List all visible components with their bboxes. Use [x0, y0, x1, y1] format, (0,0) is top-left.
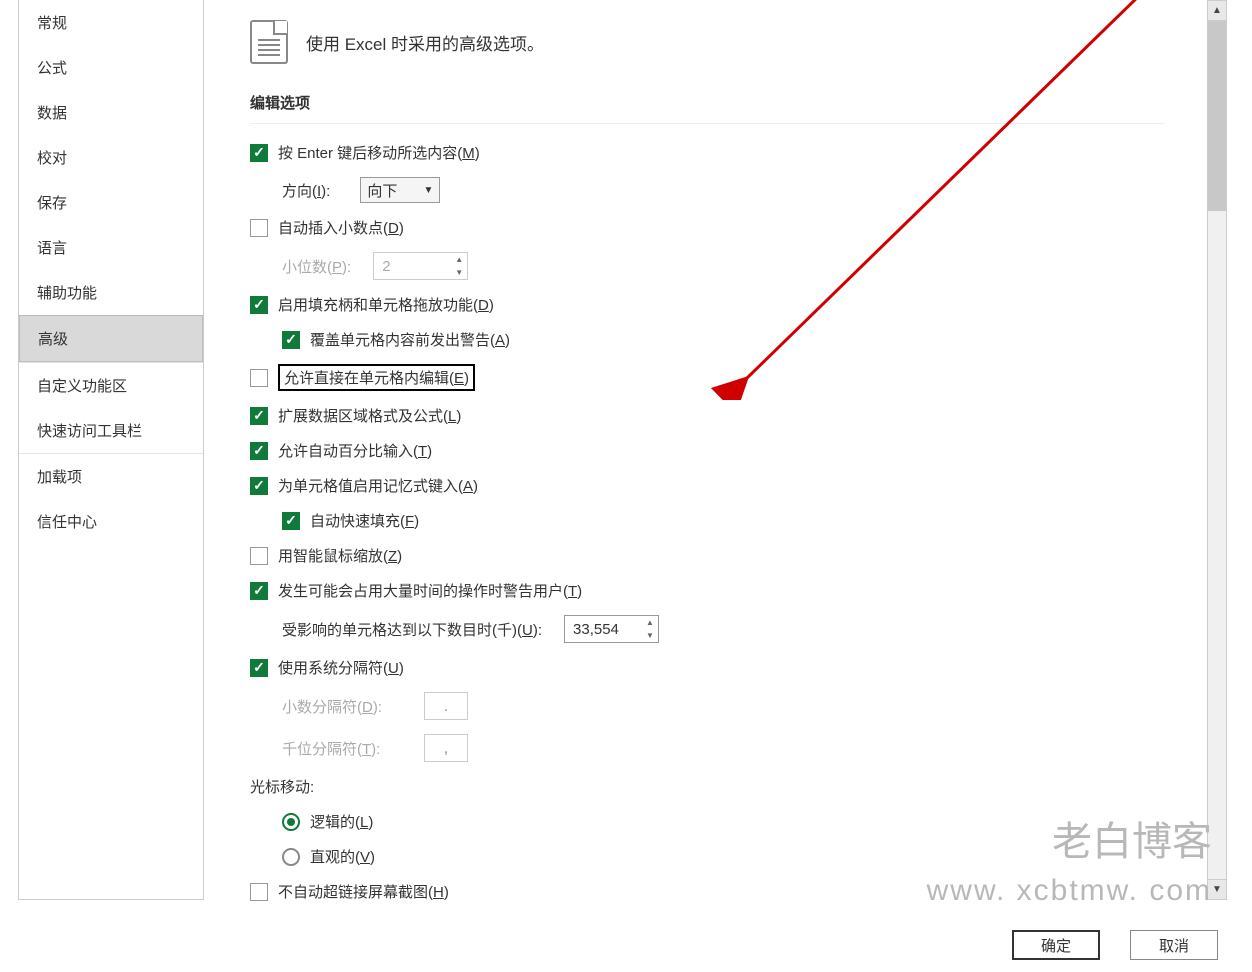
label-edit-in-cell: 允许直接在单元格内编辑(E)	[278, 364, 475, 391]
options-sidebar: 常规 公式 数据 校对 保存 语言 辅助功能 高级 自定义功能区 快速访问工具栏…	[18, 0, 204, 900]
label-intellimouse: 用智能鼠标缩放(Z)	[278, 545, 402, 566]
cancel-button[interactable]: 取消	[1130, 930, 1218, 960]
checkbox-extend-formats[interactable]	[250, 407, 268, 425]
document-icon	[250, 20, 288, 64]
section-editing-options: 编辑选项	[250, 92, 1165, 124]
checkbox-move-after-enter[interactable]	[250, 144, 268, 162]
sidebar-item-data[interactable]: 数据	[19, 90, 203, 135]
checkbox-no-hyperlink-screenshot[interactable]	[250, 883, 268, 901]
sidebar-item-trust-center[interactable]: 信任中心	[19, 499, 203, 544]
label-system-separators: 使用系统分隔符(U)	[278, 657, 404, 678]
thousands-separator-input: ,	[424, 734, 468, 762]
label-autocomplete: 为单元格值启用记忆式键入(A)	[278, 475, 478, 496]
scroll-down-icon[interactable]: ▼	[1208, 879, 1226, 899]
sidebar-item-addins[interactable]: 加载项	[19, 454, 203, 499]
sidebar-item-customize-ribbon[interactable]: 自定义功能区	[19, 363, 203, 408]
checkbox-percent-entry[interactable]	[250, 442, 268, 460]
sidebar-item-proofing[interactable]: 校对	[19, 135, 203, 180]
options-content: 使用 Excel 时采用的高级选项。 编辑选项 按 Enter 键后移动所选内容…	[230, 0, 1185, 900]
checkbox-fill-handle[interactable]	[250, 296, 268, 314]
sidebar-item-accessibility[interactable]: 辅助功能	[19, 270, 203, 315]
chevron-down-icon: ▼	[423, 185, 433, 196]
sidebar-item-save[interactable]: 保存	[19, 180, 203, 225]
label-direction: 方向(I):	[282, 180, 330, 201]
label-extend-formats: 扩展数据区域格式及公式(L)	[278, 405, 461, 426]
label-flashfill: 自动快速填充(F)	[310, 510, 419, 531]
decimal-separator-input: .	[424, 692, 468, 720]
checkbox-intellimouse[interactable]	[250, 547, 268, 565]
label-logical: 逻辑的(L)	[310, 811, 373, 832]
cells-affected-spinner[interactable]: 33,554 ▲▼	[564, 615, 659, 643]
label-fill-handle: 启用填充柄和单元格拖放功能(D)	[278, 294, 494, 315]
label-thousands-separator: 千位分隔符(T):	[282, 738, 402, 759]
label-decimal-separator: 小数分隔符(D):	[282, 696, 402, 717]
label-cells-affected: 受影响的单元格达到以下数目时(千)(U):	[282, 619, 542, 640]
checkbox-system-separators[interactable]	[250, 659, 268, 677]
scroll-up-icon[interactable]: ▲	[1208, 1, 1226, 21]
checkbox-edit-in-cell[interactable]	[250, 369, 268, 387]
label-overwrite-warn: 覆盖单元格内容前发出警告(A)	[310, 329, 510, 350]
sidebar-item-formulas[interactable]: 公式	[19, 45, 203, 90]
label-auto-decimal: 自动插入小数点(D)	[278, 217, 404, 238]
vertical-scrollbar[interactable]: ▲ ▼	[1207, 0, 1227, 900]
label-time-warn: 发生可能会占用大量时间的操作时警告用户(T)	[278, 580, 582, 601]
checkbox-flashfill[interactable]	[282, 512, 300, 530]
checkbox-overwrite-warn[interactable]	[282, 331, 300, 349]
ok-button[interactable]: 确定	[1012, 930, 1100, 960]
sidebar-item-advanced[interactable]: 高级	[19, 315, 203, 362]
label-percent-entry: 允许自动百分比输入(T)	[278, 440, 432, 461]
sidebar-item-language[interactable]: 语言	[19, 225, 203, 270]
checkbox-auto-decimal[interactable]	[250, 219, 268, 237]
checkbox-autocomplete[interactable]	[250, 477, 268, 495]
label-visual: 直观的(V)	[310, 846, 375, 867]
sidebar-item-quick-access[interactable]: 快速访问工具栏	[19, 408, 203, 453]
radio-logical[interactable]	[282, 813, 300, 831]
checkbox-time-warn[interactable]	[250, 582, 268, 600]
label-cursor-movement: 光标移动:	[250, 776, 314, 797]
label-places: 小位数(P):	[282, 256, 351, 277]
places-spinner: 2 ▲▼	[373, 252, 468, 280]
page-title: 使用 Excel 时采用的高级选项。	[306, 30, 544, 55]
scroll-thumb[interactable]	[1208, 21, 1226, 211]
sidebar-item-general[interactable]: 常规	[19, 0, 203, 45]
direction-dropdown[interactable]: 向下▼	[360, 177, 440, 203]
label-no-hyperlink-screenshot: 不自动超链接屏幕截图(H)	[278, 881, 449, 902]
radio-visual[interactable]	[282, 848, 300, 866]
label-move-after-enter: 按 Enter 键后移动所选内容(M)	[278, 142, 480, 163]
